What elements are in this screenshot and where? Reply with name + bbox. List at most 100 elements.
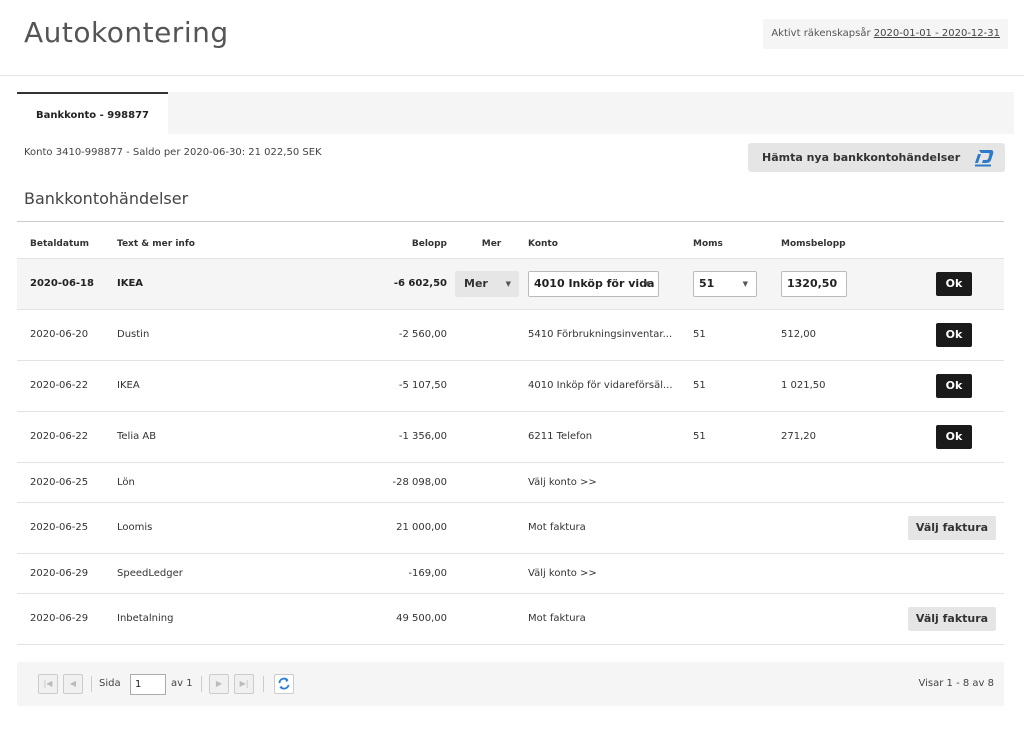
pager-divider	[201, 676, 202, 692]
fetch-button-label: Hämta nya bankkontohändelser	[762, 151, 961, 164]
cell-text: Dustin	[117, 308, 365, 360]
cell-amount: 49 500,00	[365, 592, 455, 645]
table-row[interactable]: 2020-06-18 IKEA -6 602,50 Mer ▼ 4010 Ink…	[17, 257, 1004, 309]
cell-amount: -1 356,00	[365, 410, 455, 462]
section-divider	[17, 221, 1004, 222]
fiscal-year-label: Aktivt räkenskapsår	[771, 28, 871, 39]
cell-action	[904, 552, 1004, 593]
col-header-action	[904, 230, 1004, 258]
cell-date: 2020-06-22	[17, 410, 117, 462]
cell-account[interactable]: 5410 Förbrukningsinventar...	[528, 308, 693, 360]
last-page-icon[interactable]: ▶|	[234, 674, 254, 694]
page-number-input[interactable]: 1	[130, 674, 166, 695]
chevron-down-icon: ▼	[742, 279, 748, 288]
first-page-icon[interactable]: |◀	[38, 674, 58, 694]
table-row[interactable]: 2020-06-25 Loomis 21 000,00 Mot faktura …	[17, 501, 1004, 553]
ok-button[interactable]: Ok	[936, 322, 972, 347]
col-header-vat[interactable]: Moms	[693, 230, 781, 258]
cell-vat-amount	[781, 461, 904, 502]
cell-amount: 21 000,00	[365, 501, 455, 553]
refresh-icon[interactable]	[274, 674, 294, 694]
more-dropdown[interactable]: Mer ▼	[455, 270, 519, 297]
against-invoice-link[interactable]: Mot faktura	[528, 592, 693, 645]
cell-text: IKEA	[117, 257, 365, 309]
cell-vat-amount	[781, 592, 904, 645]
cell-date: 2020-06-22	[17, 359, 117, 411]
table-row[interactable]: 2020-06-22 IKEA -5 107,50 4010 Inköp för…	[17, 359, 1004, 411]
cell-action	[904, 461, 1004, 502]
cell-vat-amount: 271,20	[781, 410, 904, 462]
choose-invoice-button[interactable]: Välj faktura	[908, 606, 996, 631]
cell-vat	[693, 501, 781, 553]
col-header-vat-amount[interactable]: Momsbelopp	[781, 230, 904, 258]
cell-account[interactable]: 4010 Inköp för vidareförsäl...	[528, 359, 693, 411]
cell-date: 2020-06-25	[17, 461, 117, 502]
cell-vat	[693, 461, 781, 502]
col-header-date[interactable]: Betaldatum	[17, 230, 117, 258]
table-header-row: Betaldatum Text & mer info Belopp Mer Ko…	[17, 230, 1004, 258]
page-count-label: av 1	[171, 678, 193, 689]
next-page-icon[interactable]: ▶	[209, 674, 229, 694]
pagination-bar: |◀ ◀ Sida 1 av 1 ▶ ▶| Visar 1 - 8 av 8	[17, 662, 1004, 706]
account-select-value: 4010 Inköp för vida	[534, 276, 655, 290]
vat-select[interactable]: 51 ▼	[693, 270, 757, 297]
table-row[interactable]: 2020-06-20 Dustin -2 560,00 5410 Förbruk…	[17, 308, 1004, 360]
against-invoice-link[interactable]: Mot faktura	[528, 501, 693, 553]
cell-account[interactable]: 6211 Telefon	[528, 410, 693, 462]
col-header-amount[interactable]: Belopp	[365, 230, 455, 258]
cell-amount: -169,00	[365, 552, 455, 593]
cell-amount: -28 098,00	[365, 461, 455, 502]
ok-button[interactable]: Ok	[936, 424, 972, 449]
cell-date: 2020-06-25	[17, 501, 117, 553]
cell-more	[455, 552, 528, 593]
page-label: Sida	[99, 678, 121, 689]
cell-vat-amount: 512,00	[781, 308, 904, 360]
cell-date: 2020-06-29	[17, 552, 117, 593]
refresh-icon-graphic	[278, 677, 290, 690]
cell-text: IKEA	[117, 359, 365, 411]
fiscal-year-range[interactable]: 2020-01-01 - 2020-12-31	[874, 28, 1000, 39]
cell-date: 2020-06-20	[17, 308, 117, 360]
account-select[interactable]: 4010 Inköp för vida ▼	[528, 270, 659, 297]
page-title: Autokontering	[24, 16, 229, 49]
cell-text: Loomis	[117, 501, 365, 553]
col-header-account[interactable]: Konto	[528, 230, 693, 258]
previous-page-icon[interactable]: ◀	[63, 674, 83, 694]
tab-bank-account[interactable]: Bankkonto - 998877	[17, 92, 168, 134]
cell-text: Telia AB	[117, 410, 365, 462]
cell-more	[455, 410, 528, 462]
chevron-down-icon: ▼	[505, 279, 511, 288]
ok-button[interactable]: Ok	[936, 271, 972, 296]
chevron-down-icon: ▼	[644, 279, 650, 288]
table-row[interactable]: 2020-06-22 Telia AB -1 356,00 6211 Telef…	[17, 410, 1004, 462]
cell-more	[455, 501, 528, 553]
vat-select-value: 51	[699, 276, 715, 290]
more-dropdown-label: Mer	[464, 276, 488, 290]
cell-vat: 51	[693, 410, 781, 462]
cell-vat	[693, 592, 781, 645]
table-row[interactable]: 2020-06-29 Inbetalning 49 500,00 Mot fak…	[17, 592, 1004, 645]
cell-more	[455, 308, 528, 360]
cell-vat	[693, 552, 781, 593]
col-header-text[interactable]: Text & mer info	[117, 230, 365, 258]
cell-text: SpeedLedger	[117, 552, 365, 593]
cell-vat: 51	[693, 308, 781, 360]
ok-button[interactable]: Ok	[936, 373, 972, 398]
fetch-bank-transactions-button[interactable]: Hämta nya bankkontohändelser	[748, 143, 1005, 172]
section-title: Bankkontohändelser	[24, 189, 189, 208]
choose-account-link[interactable]: Välj konto >>	[528, 552, 693, 593]
cell-amount: -2 560,00	[365, 308, 455, 360]
transactions-table: Betaldatum Text & mer info Belopp Mer Ko…	[17, 230, 1004, 645]
table-row[interactable]: 2020-06-29 SpeedLedger -169,00 Välj kont…	[17, 552, 1004, 593]
table-row[interactable]: 2020-06-25 Lön -28 098,00 Välj konto >>	[17, 461, 1004, 502]
cell-more	[455, 359, 528, 411]
choose-invoice-button[interactable]: Välj faktura	[908, 515, 996, 540]
pager-summary: Visar 1 - 8 av 8	[918, 678, 994, 689]
pager-divider	[263, 676, 264, 692]
cell-text: Lön	[117, 461, 365, 502]
vat-amount-input[interactable]: 1320,50	[781, 270, 847, 297]
choose-account-link[interactable]: Välj konto >>	[528, 461, 693, 502]
cell-vat: 51	[693, 359, 781, 411]
account-balance-info: Konto 3410-998877 - Saldo per 2020-06-30…	[24, 147, 322, 158]
page-header: Autokontering Aktivt räkenskapsår 2020-0…	[0, 0, 1024, 76]
